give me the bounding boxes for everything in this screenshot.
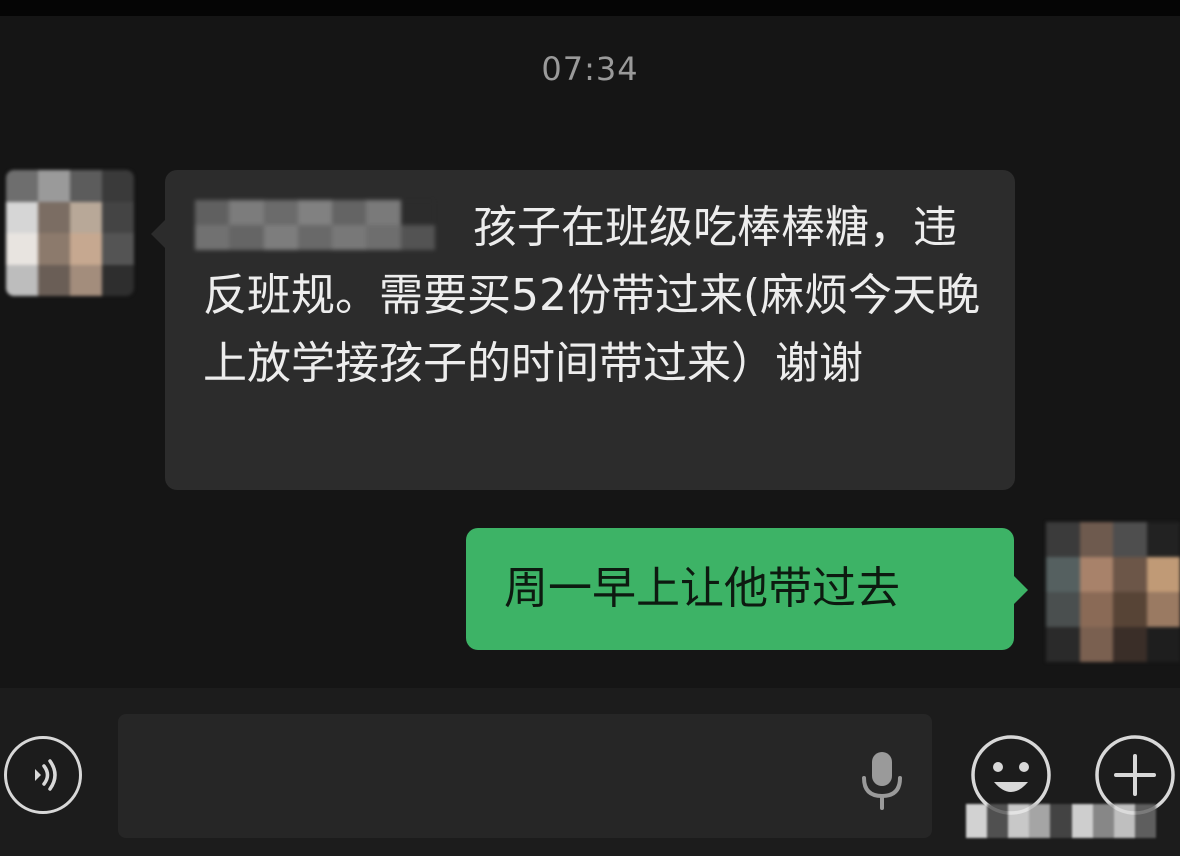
microphone-icon[interactable] bbox=[856, 748, 908, 812]
incoming-message-text: 孩子在班级吃棒棒糖，违反班规。需要买52份带过来(麻烦今天晚上放学接孩子的时间带… bbox=[203, 202, 981, 389]
message-input[interactable] bbox=[118, 714, 932, 838]
watermark-redacted bbox=[966, 804, 1156, 838]
incoming-message-bubble[interactable]: 孩子在班级吃棒棒糖，违反班规。需要买52份带过来(麻烦今天晚上放学接孩子的时间带… bbox=[151, 170, 1015, 490]
outgoing-message-text: 周一早上让他带过去 bbox=[504, 563, 900, 614]
message-timestamp: 07:34 bbox=[541, 50, 639, 88]
my-avatar[interactable] bbox=[1046, 522, 1180, 662]
outgoing-message-bubble[interactable]: 周一早上让他带过去 bbox=[466, 528, 1028, 650]
voice-wave-icon bbox=[35, 759, 57, 791]
status-bar bbox=[0, 0, 1180, 16]
sender-avatar[interactable] bbox=[6, 170, 134, 296]
voice-toggle-button[interactable] bbox=[4, 736, 82, 814]
